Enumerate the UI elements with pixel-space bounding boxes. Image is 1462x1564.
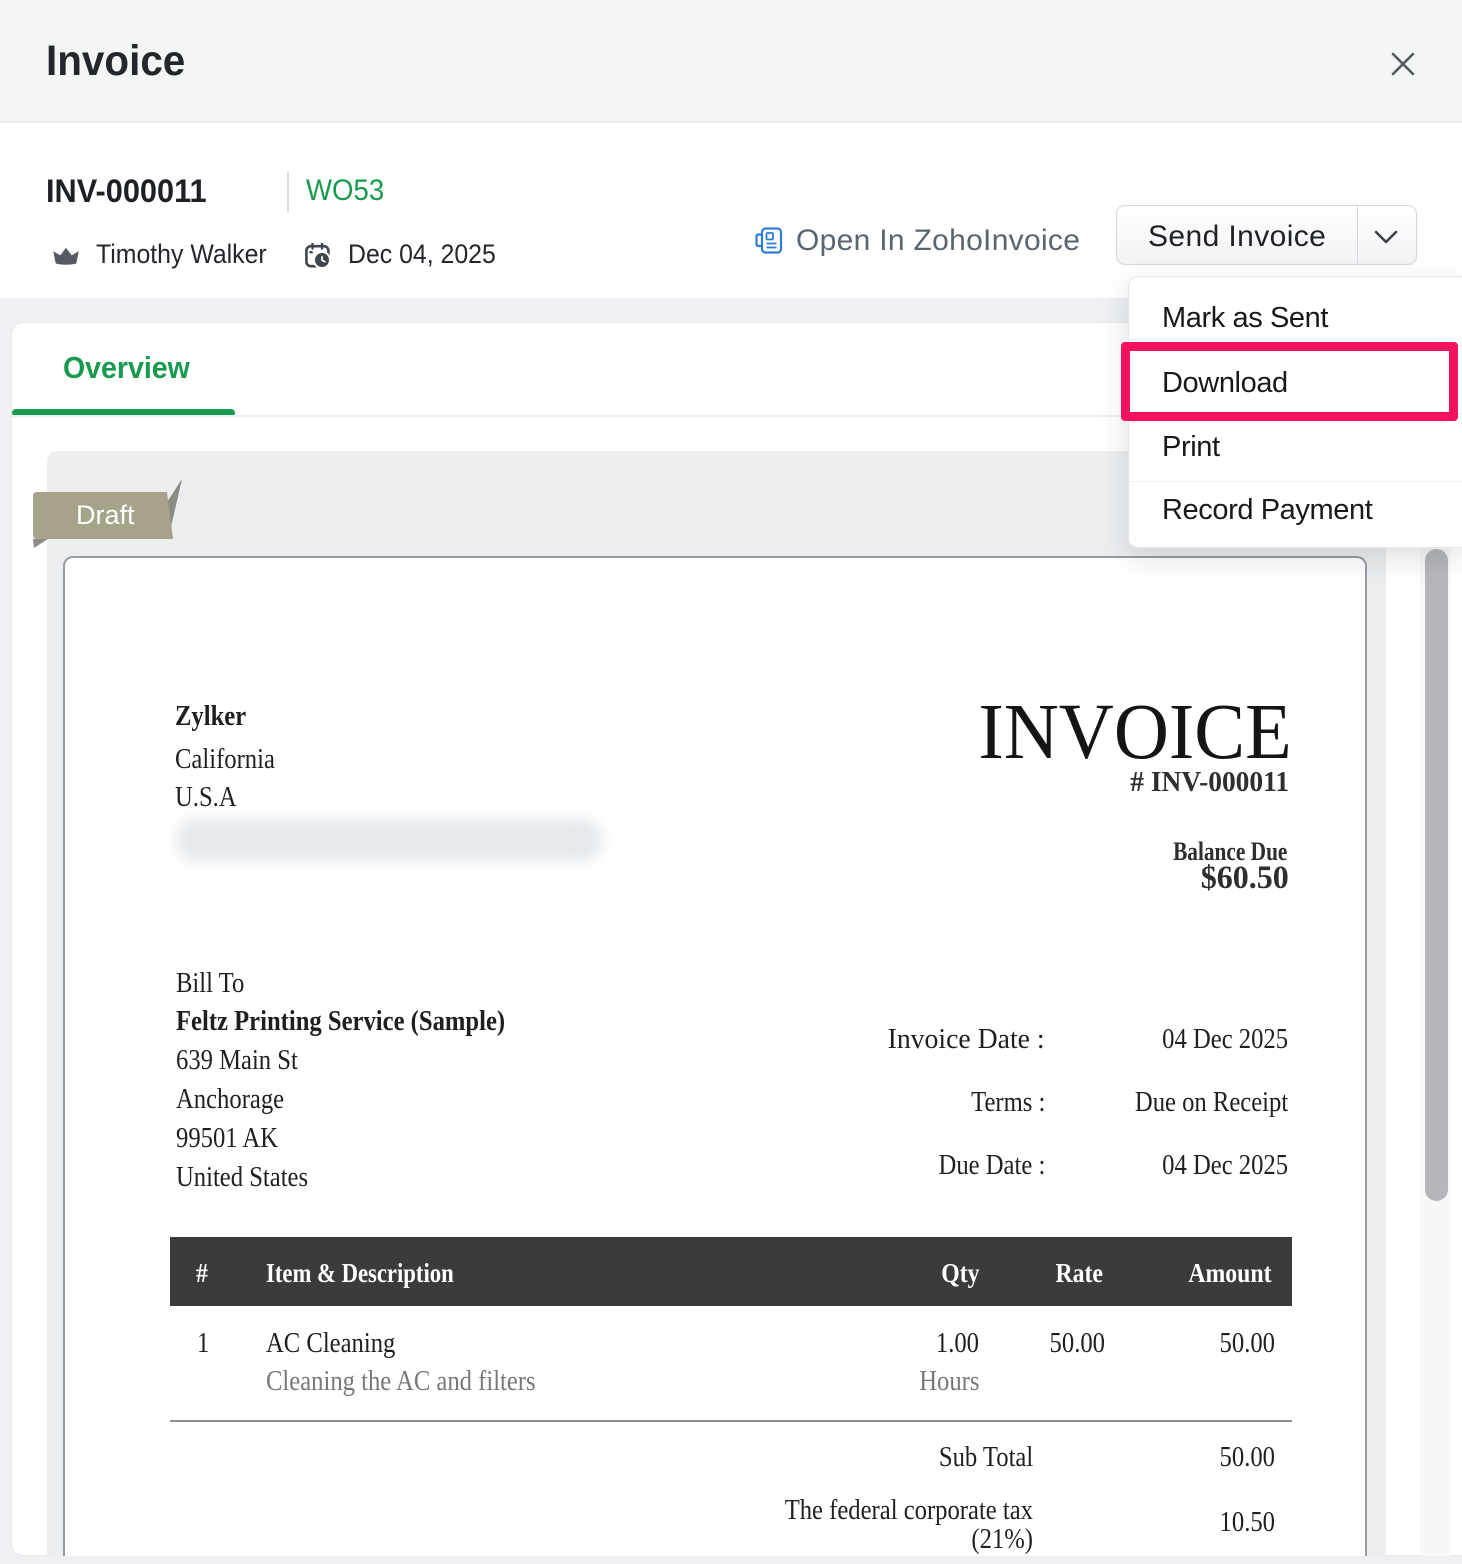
svg-text:Draft: Draft: [76, 500, 135, 530]
